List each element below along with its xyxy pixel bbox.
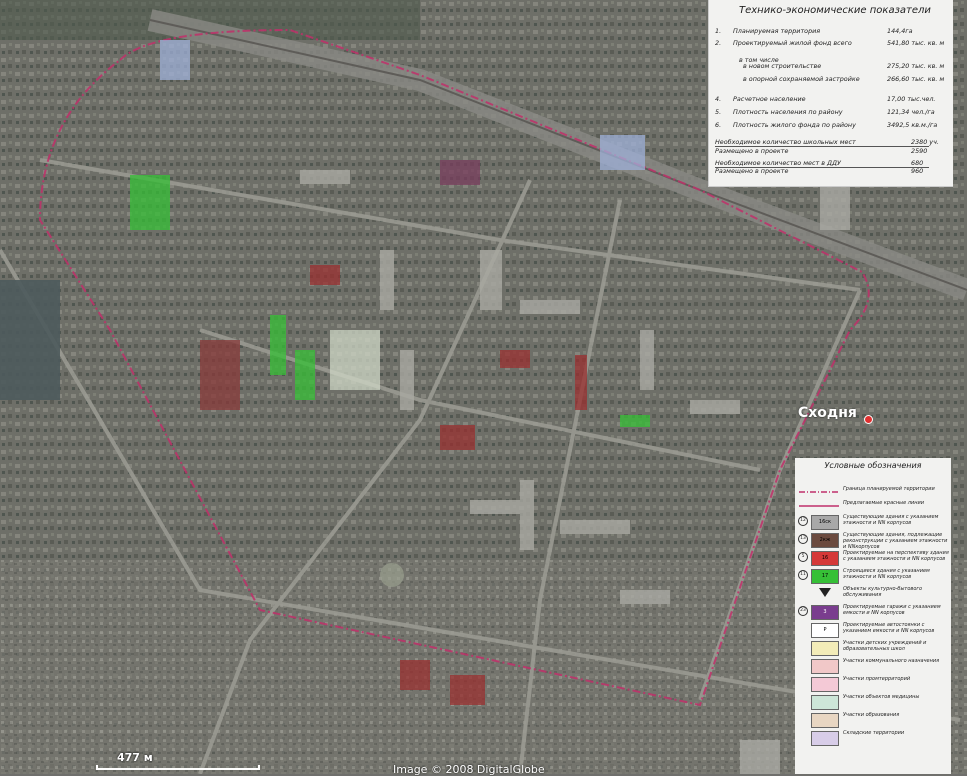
- legend-text: Существующие здания, подлежащие реконстр…: [843, 532, 948, 550]
- legend-item: 5 16 Проектируемые на перспективу здания с…: [795, 550, 951, 566]
- legend-triangle-icon: [819, 588, 831, 597]
- legend-text: Предлагаемые красные линии: [843, 500, 924, 506]
- indicator-row: 5. Плотность населения по району 121,34 че…: [715, 107, 947, 117]
- legend-swatch: 3: [811, 605, 839, 620]
- indicator-number: 5.: [715, 108, 722, 116]
- legend-badge: 13: [798, 534, 808, 544]
- legend-swatch: [811, 731, 839, 746]
- indicator-value: 275,20 тыс. кв. м: [887, 62, 945, 70]
- legend-panel: Условные обозначения Граница планируемой…: [795, 458, 951, 774]
- legend-item: Объекты культурно-бытового обслуживания: [795, 586, 951, 602]
- legend-item: 13 2кж Существующие здания, подлежащие рек…: [795, 532, 951, 550]
- legend-swatch: 2кж: [811, 533, 839, 548]
- legend-swatch: [811, 713, 839, 728]
- indicator-label: в новом строительстве: [743, 62, 822, 70]
- legend-text: Существующие здания с указанием этажност…: [843, 514, 939, 526]
- legend-text: Проектируемые на перспективу здания с ук…: [843, 550, 949, 562]
- legend-swatch: 16: [811, 551, 839, 566]
- legend-item: P Проектируемые автостоянки с указанием е…: [795, 622, 951, 638]
- indicator-label: в опорной сохраняемой застройке: [743, 75, 860, 83]
- indicator-value: 17,00 тыс.чел.: [887, 95, 936, 103]
- legend-text: Складские территории: [843, 730, 905, 736]
- legend-item: Участки образования: [795, 712, 951, 728]
- legend-text: Участки детских учреждений и образовател…: [843, 640, 927, 652]
- legend-text: Участки объектов медицины: [843, 694, 920, 700]
- legend-text: Строящиеся здания с указанием этажности …: [843, 568, 930, 580]
- legend-badge: 11: [798, 570, 808, 580]
- legend-swatch: [811, 677, 839, 692]
- legend-badge: 23: [798, 606, 808, 616]
- indicator-value: 960: [911, 167, 924, 175]
- legend-item: Участки детских учреждений и образовател…: [795, 640, 951, 656]
- indicator-value: 541,80 тыс. кв. м: [887, 39, 945, 47]
- legend-text: Проектируемые гаражи с указанием емкости…: [843, 604, 941, 616]
- imagery-copyright: Image © 2008 DigitalGlobe: [393, 763, 545, 776]
- legend-item: 23 3 Проектируемые гаражи с указанием емко…: [795, 604, 951, 620]
- indicators-title: Технико-экономические показатели: [739, 5, 931, 16]
- indicator-value: 266,60 тыс. кв. м: [887, 75, 945, 83]
- indicator-row: в опорной сохраняемой застройке 266,60 ты…: [715, 74, 947, 84]
- legend-badge: 5: [798, 552, 808, 562]
- legend-title: Условные обозначения: [824, 461, 922, 470]
- indicator-number: 2.: [715, 39, 722, 47]
- indicator-label: Плотность жилого фонда по району: [733, 121, 856, 129]
- indicator-label: Плотность населения по району: [733, 108, 843, 116]
- legend-swatch: 16ск: [811, 515, 839, 530]
- scale-bar: [96, 765, 260, 770]
- legend-item: Складские территории: [795, 730, 951, 746]
- indicator-row: Размещено в проекте 960: [715, 166, 947, 176]
- indicator-label: Размещено в проекте: [715, 147, 789, 155]
- legend-item: Участки промтерриторий: [795, 676, 951, 692]
- legend-swatch: P: [811, 623, 839, 638]
- legend-line-icon: [799, 491, 839, 493]
- indicator-number: 6.: [715, 121, 722, 129]
- indicator-row: Размещено в проекте 2590: [715, 146, 947, 156]
- place-label[interactable]: Сходня: [798, 405, 857, 421]
- place-marker-icon[interactable]: [864, 415, 873, 424]
- indicator-row: 2. Проектируемый жилой фонд всего 541,80 т…: [715, 38, 947, 48]
- indicator-number: 4.: [715, 95, 722, 103]
- legend-swatch: [811, 641, 839, 656]
- legend-swatch: [811, 695, 839, 710]
- legend-line-icon: [799, 505, 839, 507]
- legend-swatch: [811, 659, 839, 674]
- legend-item: 11 17 Строящиеся здания с указанием этажно…: [795, 568, 951, 584]
- indicator-row: в новом строительстве 275,20 тыс. кв. м: [715, 61, 947, 71]
- indicator-row: 4. Расчетное население 17,00 тыс.чел.: [715, 94, 947, 104]
- indicator-value: 2590: [911, 147, 928, 155]
- legend-item: Участки объектов медицины: [795, 694, 951, 710]
- legend-text: Объекты культурно-бытового обслуживания: [843, 586, 923, 598]
- legend-badge: 12: [798, 516, 808, 526]
- indicator-label: Планируемая территория: [733, 27, 821, 35]
- legend-text: Участки образования: [843, 712, 900, 718]
- legend-swatch: 17: [811, 569, 839, 584]
- legend-text: Граница планируемой территории: [843, 486, 935, 492]
- indicators-panel: Технико-экономические показатели 1. Плани…: [708, 0, 953, 187]
- indicator-number: 1.: [715, 27, 722, 35]
- indicator-value: 3492,5 кв.м./га: [887, 121, 938, 129]
- indicator-value: 144,4га: [887, 27, 913, 35]
- legend-item: Участки коммунального назначения: [795, 658, 951, 674]
- indicator-value: 121,34 чел./га: [887, 108, 935, 116]
- indicator-label: Проектируемый жилой фонд всего: [733, 39, 852, 47]
- indicator-label: Расчетное население: [733, 95, 806, 103]
- legend-text: Проектируемые автостоянки с указанием ем…: [843, 622, 935, 634]
- legend-text: Участки коммунального назначения: [843, 658, 940, 664]
- legend-item: 12 16ск Существующие здания с указанием эт…: [795, 514, 951, 530]
- indicator-row: 6. Плотность жилого фонда по району 3492,5…: [715, 120, 947, 130]
- indicator-label: Размещено в проекте: [715, 167, 789, 175]
- scale-label: 477 м: [117, 751, 153, 764]
- indicator-row: 1. Планируемая территория 144,4га: [715, 26, 947, 36]
- legend-text: Участки промтерриторий: [843, 676, 911, 682]
